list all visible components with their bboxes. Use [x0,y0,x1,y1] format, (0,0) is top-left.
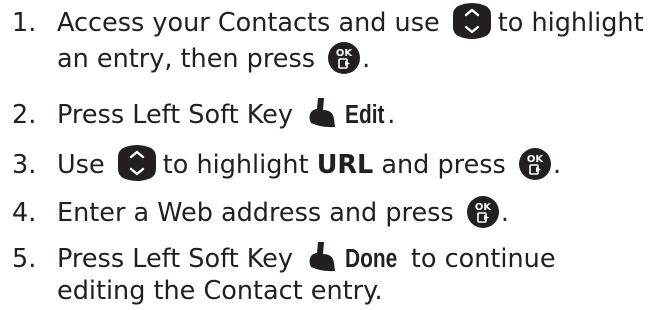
step-text: and press [381,150,506,180]
field-name-url: URL [316,150,374,180]
step-text: to continue [410,244,556,274]
step-text: Press Left Soft Key [57,244,293,274]
step-number: 1. [12,8,37,38]
nav-key-icon [117,143,157,183]
step-1-line-2: an entry, then press . [57,40,370,78]
step-number: 2. [12,100,37,130]
step-number: 5. [12,244,37,274]
left-soft-key-icon [307,97,337,129]
ok-key-icon [518,147,552,181]
step-4: 4. Enter a Web address and press . [0,194,650,234]
step-text: to highlight [162,150,309,180]
step-1: 1. Access your Contacts and use to highl… [0,4,650,84]
step-text: Use [57,150,105,180]
step-text: an entry, then press [57,44,316,74]
ok-key-icon [327,41,361,75]
step-text: Access your Contacts and use [57,8,440,38]
nav-key-icon [452,1,492,41]
step-2: 2. Press Left Soft Key Edit. [0,96,650,136]
step-1-line-1: Access your Contacts and use to highligh… [57,4,644,44]
step-5-line-2: editing the Contact entry. [57,272,383,310]
step-3-line-1: Use to highlight URL and press . [57,146,561,186]
step-text: to highlight [497,8,644,38]
ok-key-icon [466,195,500,229]
step-text: Enter a Web address and press [57,198,454,228]
step-3: 3. Use to highlight URL and press . [0,146,650,186]
step-text: . [387,100,396,130]
step-4-line-1: Enter a Web address and press . [57,194,509,232]
step-5: 5. Press Left Soft Key Done to continue … [0,240,650,306]
step-number: 4. [12,198,37,228]
step-text: Press Left Soft Key [57,100,293,130]
step-number: 3. [12,150,37,180]
step-text: editing the Contact entry. [57,276,383,306]
left-soft-key-icon [307,241,337,273]
soft-key-label: Edit [345,101,385,129]
step-text: . [362,44,371,74]
step-text: . [552,150,562,180]
step-text: . [500,198,509,228]
step-2-line-1: Press Left Soft Key Edit. [57,96,395,134]
